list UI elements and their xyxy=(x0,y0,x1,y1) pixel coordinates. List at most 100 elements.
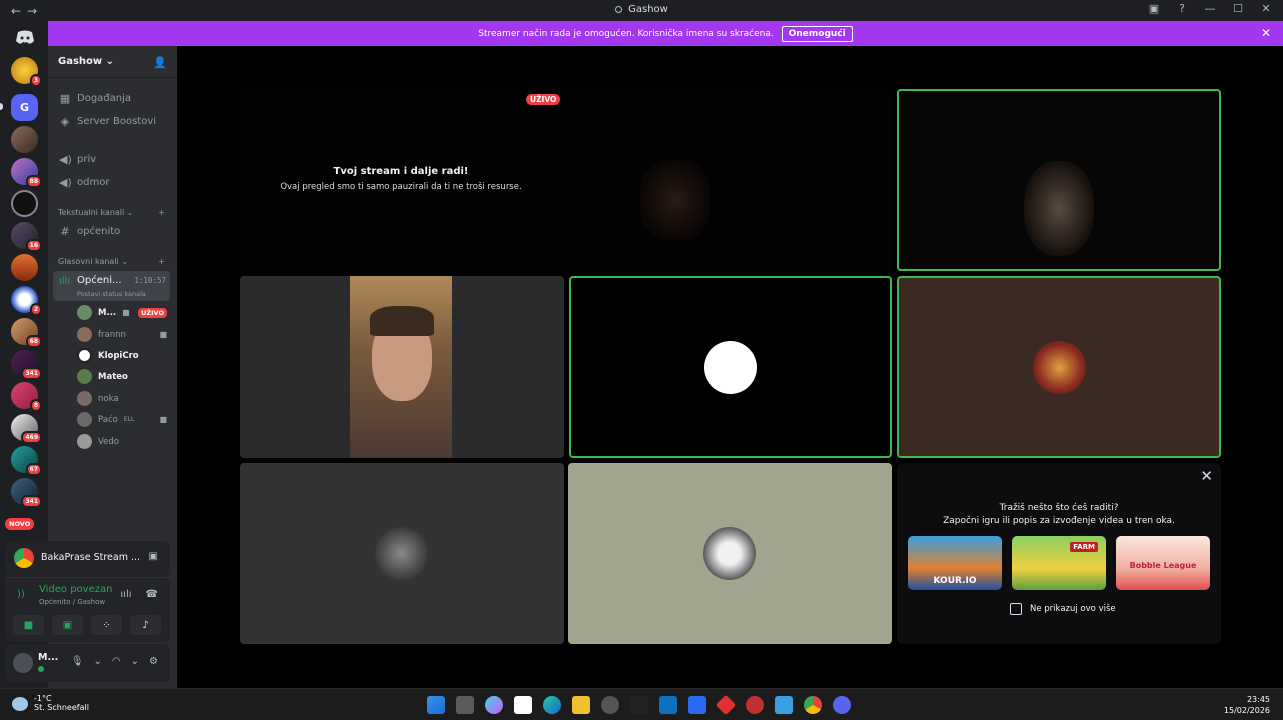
chrome-icon[interactable] xyxy=(804,696,822,714)
avatar[interactable] xyxy=(13,653,33,673)
dropbox-icon[interactable] xyxy=(688,696,706,714)
voice-user[interactable]: KlopiCro xyxy=(77,348,167,363)
edge-icon[interactable] xyxy=(543,696,561,714)
mention-badge: 68 xyxy=(25,335,42,348)
file-explorer-icon[interactable] xyxy=(572,696,590,714)
help-icon[interactable]: ? xyxy=(1175,2,1189,15)
gear-icon[interactable]: ⚙ xyxy=(149,656,158,667)
server-icon-11[interactable]: 8 xyxy=(11,382,42,412)
voice-user[interactable]: M... ■ UŽIVO xyxy=(77,305,167,320)
voice-connection-panel: )) Video povezan Općenito / Gashow ıılı ☎… xyxy=(5,577,170,642)
maximize-icon[interactable]: ☐ xyxy=(1231,2,1245,15)
app-icon[interactable] xyxy=(715,694,737,716)
window-title-text: Gashow xyxy=(628,4,668,15)
server-icon-13[interactable]: 67 xyxy=(11,446,42,476)
avatar xyxy=(77,327,92,342)
dont-show-checkbox[interactable] xyxy=(1010,603,1022,615)
close-icon[interactable]: ✕ xyxy=(1261,26,1271,40)
disconnect-icon[interactable]: ☎ xyxy=(146,589,158,600)
clock[interactable]: 23:45 15/02/2026 xyxy=(1224,694,1270,716)
server-icon-gashow[interactable]: G xyxy=(11,94,38,121)
add-channel-icon[interactable]: + xyxy=(158,257,165,266)
noise-suppression-icon[interactable]: ıılı xyxy=(120,589,131,600)
video-tile[interactable] xyxy=(240,463,564,644)
chevron-down-icon[interactable]: ⌄ xyxy=(94,656,102,667)
activities-button[interactable]: ⁘ xyxy=(91,615,122,635)
microphone-icon[interactable]: 🎙 xyxy=(71,656,84,667)
voice-channel-odmor[interactable]: ◀) odmor xyxy=(59,176,109,189)
voice-category[interactable]: Glasovni kanali ⌄ + xyxy=(58,257,165,266)
game-farm[interactable]: FARM xyxy=(1012,536,1106,590)
set-status-link[interactable]: Postavi status kanala xyxy=(77,290,146,298)
windows-start-icon[interactable] xyxy=(427,696,445,714)
server-icon-3[interactable] xyxy=(11,126,38,153)
invite-user-icon[interactable]: 👤 xyxy=(153,56,167,69)
camera-button[interactable]: ■ xyxy=(13,615,44,635)
voice-user[interactable]: frannn ■ xyxy=(77,327,167,342)
app-icon[interactable] xyxy=(746,696,764,714)
server-icon-1[interactable]: 3 xyxy=(11,57,42,87)
video-tile[interactable] xyxy=(240,276,564,458)
game-bobble-league[interactable]: Bobble League xyxy=(1116,536,1210,590)
voice-user[interactable]: noka xyxy=(77,391,167,406)
task-view-icon[interactable] xyxy=(456,696,474,714)
boosts-label: Server Boostovi xyxy=(77,116,157,127)
screen-share-button[interactable]: ▣ xyxy=(52,615,83,635)
text-channel-general[interactable]: # općenito xyxy=(59,225,120,238)
inbox-icon[interactable]: ▣ xyxy=(1147,2,1161,15)
soundboard-button[interactable]: ♪ xyxy=(130,615,161,635)
obs-icon[interactable] xyxy=(601,696,619,714)
server-header[interactable]: Gashow ⌄ xyxy=(58,56,114,67)
server-icon-8[interactable]: 2 xyxy=(11,286,42,316)
chevron-down-icon[interactable]: ⌄ xyxy=(131,656,139,667)
boosts-item[interactable]: ◈ Server Boostovi xyxy=(59,115,156,128)
active-voice-channel[interactable]: ıllı Općeni... 1:10:57 Postavi status ka… xyxy=(53,271,170,301)
game-kour-io[interactable]: KOUR.IO xyxy=(908,536,1002,590)
server-icon-7[interactable] xyxy=(11,254,38,281)
channel-label: odmor xyxy=(77,177,110,188)
avatar xyxy=(1033,341,1086,394)
minimize-icon[interactable]: — xyxy=(1203,2,1217,15)
server-icon-4[interactable]: 88 xyxy=(11,158,42,188)
text-category[interactable]: Tekstualni kanali ⌄ + xyxy=(58,208,165,217)
add-channel-icon[interactable]: + xyxy=(158,208,165,217)
discord-icon[interactable] xyxy=(833,696,851,714)
user-name: Mateo xyxy=(98,371,128,382)
video-tile[interactable] xyxy=(568,463,892,644)
server-icon-5[interactable] xyxy=(11,190,38,217)
headphones-icon[interactable]: ◠ xyxy=(112,656,121,667)
calendar-icon: ▦ xyxy=(59,92,71,105)
server-icon-12[interactable]: 469 xyxy=(11,414,42,444)
app-icon[interactable] xyxy=(775,696,793,714)
store-icon[interactable] xyxy=(514,696,532,714)
voice-user[interactable]: Vedo xyxy=(77,434,167,449)
app-icon[interactable] xyxy=(630,696,648,714)
events-item[interactable]: ▦ Događanja xyxy=(59,92,131,105)
voice-user[interactable]: Paćo ELL ■ xyxy=(77,412,167,427)
video-tile-speaking[interactable] xyxy=(897,276,1221,458)
signal-icon[interactable]: )) xyxy=(17,589,25,600)
weather-widget[interactable]: -1°C St. Schneefall xyxy=(12,694,89,712)
date: 15/02/2026 xyxy=(1223,706,1270,715)
server-icon-9[interactable]: 68 xyxy=(11,318,42,348)
disable-button[interactable]: Onemogući xyxy=(781,25,853,42)
close-icon[interactable]: ✕ xyxy=(1200,467,1213,485)
avatar xyxy=(77,412,92,427)
avatar xyxy=(375,527,428,580)
video-tile-speaking[interactable] xyxy=(569,276,892,458)
outlook-icon[interactable] xyxy=(659,696,677,714)
stream-tile[interactable] xyxy=(240,90,893,272)
server-icon-6[interactable]: 16 xyxy=(11,222,42,252)
close-window-icon[interactable]: ✕ xyxy=(1259,2,1273,15)
server-icon-10[interactable]: 341 xyxy=(11,350,42,380)
video-tile-speaking[interactable] xyxy=(897,89,1221,271)
discord-home-icon[interactable] xyxy=(11,25,38,49)
connection-location[interactable]: Općenito / Gashow xyxy=(39,598,105,606)
chrome-icon xyxy=(14,548,34,568)
voice-channel-priv[interactable]: ◀) priv xyxy=(59,153,96,166)
server-icon-14[interactable]: 341 xyxy=(11,478,42,508)
voice-user[interactable]: Mateo xyxy=(77,369,167,384)
stop-stream-icon[interactable]: ▣ xyxy=(149,551,158,562)
copilot-icon[interactable] xyxy=(485,696,503,714)
window-title: Gashow xyxy=(0,4,1283,15)
